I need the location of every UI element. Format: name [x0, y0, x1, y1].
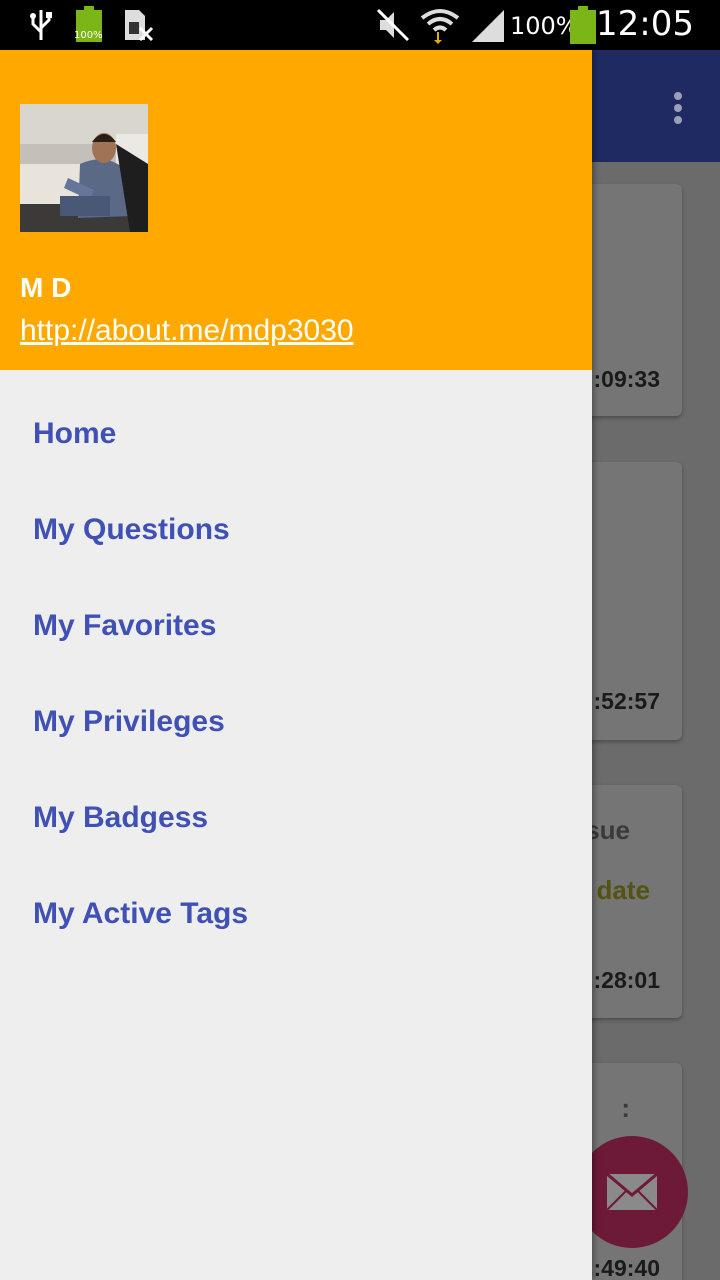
wifi-icon	[420, 9, 460, 44]
nav-item-label: My Privileges	[33, 705, 225, 738]
card-title-fragment: :	[621, 1093, 630, 1123]
clock: 12:05	[596, 4, 694, 44]
nav-item-home[interactable]: Home	[0, 387, 592, 483]
overflow-menu-icon[interactable]	[666, 88, 690, 128]
battery-icon	[570, 6, 596, 44]
card-tag-fragment: date	[596, 875, 650, 905]
user-name: M D	[20, 272, 72, 303]
profile-photo	[20, 104, 148, 232]
nav-item-label: My Active Tags	[33, 897, 249, 930]
usb-icon	[30, 10, 52, 40]
card-time: :52:57	[593, 688, 660, 714]
battery-small-icon: 100%	[74, 6, 103, 42]
status-bar: 100% 100% 12:05	[0, 0, 720, 50]
nav-item-label: Home	[33, 417, 117, 450]
battery-percent: 100%	[510, 12, 579, 40]
card-time: :28:01	[593, 967, 660, 993]
navigation-drawer: M D http://about.me/mdp3030 Home My Ques…	[0, 50, 592, 1280]
sim-off-icon	[125, 10, 154, 42]
nav-item-label: My Favorites	[33, 609, 217, 642]
user-profile-link[interactable]: http://about.me/mdp3030	[20, 314, 354, 348]
avatar[interactable]	[20, 104, 148, 232]
mute-icon	[376, 8, 410, 42]
signal-icon	[472, 10, 504, 42]
nav-item-label: My Questions	[33, 513, 230, 546]
nav-item-label: My Badgess	[33, 801, 209, 834]
nav-item-my-questions[interactable]: My Questions	[0, 483, 592, 579]
nav-item-my-favorites[interactable]: My Favorites	[0, 579, 592, 675]
nav-item-my-badges[interactable]: My Badgess	[0, 771, 592, 867]
card-time: :49:40	[593, 1255, 660, 1280]
nav-item-my-active-tags[interactable]: My Active Tags	[0, 867, 592, 963]
envelope-icon	[606, 1173, 658, 1211]
drawer-header: M D http://about.me/mdp3030	[0, 50, 592, 370]
nav-item-my-privileges[interactable]: My Privileges	[0, 675, 592, 771]
compose-fab[interactable]	[576, 1136, 688, 1248]
card-time: :09:33	[593, 366, 660, 392]
